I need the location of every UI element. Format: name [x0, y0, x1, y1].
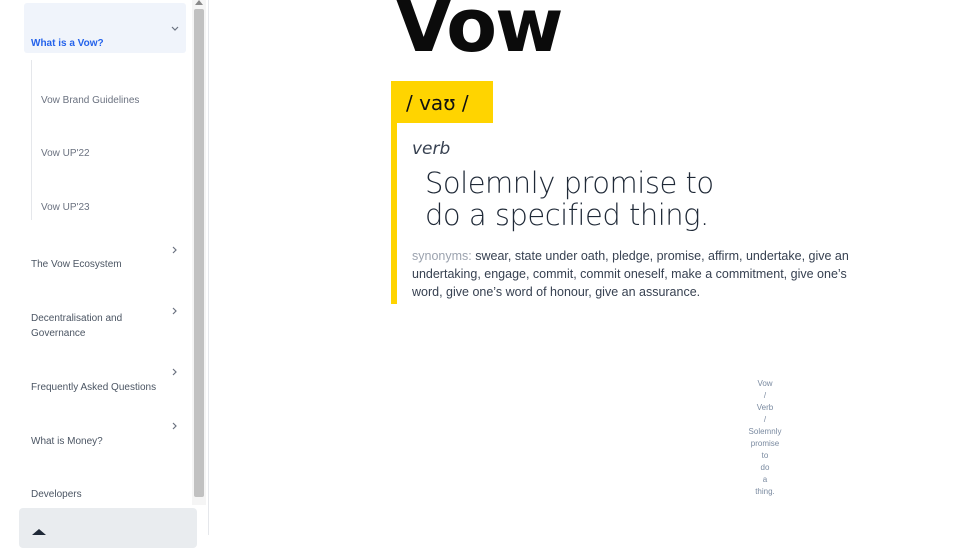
alt-line: Verb	[756, 403, 774, 412]
sidebar: What is a Vow? Vow Brand Guidelines Vow …	[0, 0, 209, 548]
alt-line: Vow	[757, 379, 773, 388]
synonyms-label: synonyms:	[412, 249, 472, 263]
sidebar-subitem-brand-guidelines[interactable]: Vow Brand Guidelines	[41, 93, 139, 108]
sidebar-item-label[interactable]: What is a Vow?	[31, 36, 104, 51]
alt-line: /	[763, 415, 767, 424]
sidebar-item-developers[interactable]: Developers	[31, 487, 82, 502]
sidebar-footer-panel[interactable]	[19, 508, 197, 548]
sidebar-subitem-vow-up22[interactable]: Vow UP'22	[41, 146, 90, 161]
sidebar-item-decentralisation[interactable]: Decentralisation and Governance	[31, 311, 141, 341]
chevron-right-icon[interactable]	[170, 245, 180, 255]
alt-line: to	[761, 451, 769, 460]
sidebar-item-faq[interactable]: Frequently Asked Questions	[31, 380, 156, 395]
alt-line: promise	[750, 439, 780, 448]
alt-line: a	[762, 475, 768, 484]
vow-wordmark: Vow	[395, 0, 563, 69]
scroll-up-arrow-icon[interactable]	[195, 0, 203, 5]
sidebar-item-vow-ecosystem[interactable]: The Vow Ecosystem	[31, 257, 122, 272]
chevron-right-icon[interactable]	[170, 367, 180, 377]
alt-line: do	[760, 463, 770, 472]
synonyms-text: swear, state under oath, pledge, promise…	[412, 249, 849, 299]
sidebar-scrollbar-thumb[interactable]	[194, 9, 204, 497]
part-of-speech: verb	[412, 139, 451, 159]
alt-line: thing.	[755, 487, 775, 496]
sidebar-subitem-vow-up23[interactable]: Vow UP'23	[41, 200, 90, 215]
sub-nav-guide-line	[31, 60, 32, 220]
chevron-right-icon[interactable]	[170, 421, 180, 431]
pronunciation: / vaʊ /	[406, 91, 469, 115]
synonyms-paragraph: synonyms: swear, state under oath, pledg…	[412, 247, 862, 301]
chevron-down-icon[interactable]	[170, 24, 180, 34]
alt-line: Solemnly	[748, 427, 782, 436]
sidebar-item-what-is-money[interactable]: What is Money?	[31, 434, 103, 449]
definition-accent-bar	[391, 123, 397, 304]
home-icon[interactable]	[32, 529, 46, 537]
chevron-right-icon[interactable]	[170, 306, 180, 316]
broken-image-alt-text: Vow / Verb / Solemnly promise to do a th…	[740, 378, 790, 498]
definition-text: Solemnly promise to do a specified thing…	[425, 166, 714, 232]
alt-line: /	[763, 391, 767, 400]
